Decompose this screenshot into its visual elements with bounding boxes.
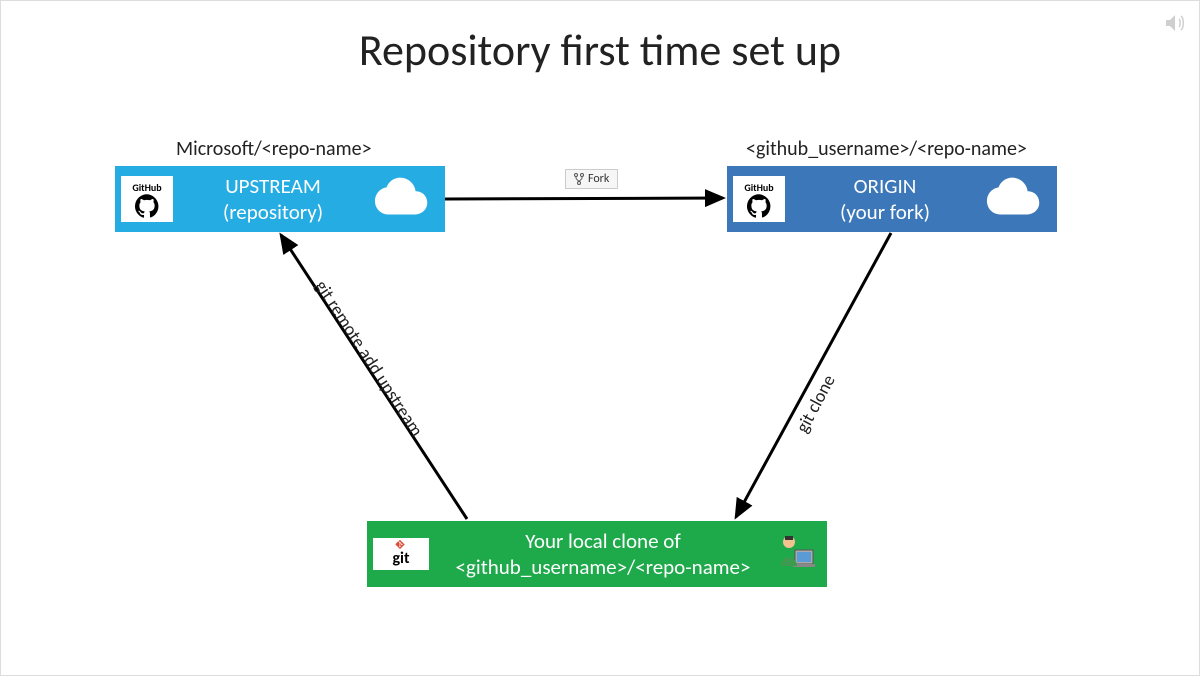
- github-badge-text: GitHub: [132, 181, 161, 194]
- cloud-icon: [985, 177, 1047, 222]
- git-badge-text: git: [392, 549, 409, 568]
- fork-label: Fork: [588, 172, 609, 186]
- local-box: git Your local clone of <github_username…: [367, 521, 827, 587]
- speaker-icon: [1163, 11, 1187, 35]
- upstream-line2: (repository): [223, 199, 323, 225]
- upstream-path-label: Microsoft/<repo-name>: [176, 137, 372, 161]
- local-line2: <github_username>/<repo-name>: [456, 554, 751, 580]
- origin-line1: ORIGIN: [854, 173, 917, 199]
- github-icon: GitHub: [121, 176, 173, 222]
- github-icon: GitHub: [733, 176, 785, 222]
- clone-label: git clone: [791, 371, 840, 436]
- clone-arrow: [736, 233, 891, 517]
- remote-add-label: git remote add upstream: [311, 276, 428, 440]
- origin-box-text: ORIGIN (your fork): [785, 173, 985, 226]
- local-line1: Your local clone of: [525, 528, 681, 554]
- local-box-text: Your local clone of <github_username>/<r…: [429, 528, 777, 581]
- origin-path-label: <github_username>/<repo-name>: [746, 137, 1027, 161]
- git-icon: git: [373, 538, 429, 570]
- github-badge-text: GitHub: [744, 181, 773, 194]
- upstream-box-text: UPSTREAM (repository): [173, 173, 373, 226]
- fork-button: Fork: [565, 169, 618, 189]
- origin-box: GitHub ORIGIN (your fork): [727, 166, 1057, 232]
- fork-arrow: [445, 198, 723, 199]
- upstream-line1: UPSTREAM: [225, 173, 321, 199]
- upstream-box: GitHub UPSTREAM (repository): [115, 166, 445, 232]
- cloud-icon: [373, 177, 435, 222]
- origin-line2: (your fork): [840, 199, 930, 225]
- user-computer-icon: [777, 532, 817, 577]
- slide-title: Repository first time set up: [1, 23, 1199, 77]
